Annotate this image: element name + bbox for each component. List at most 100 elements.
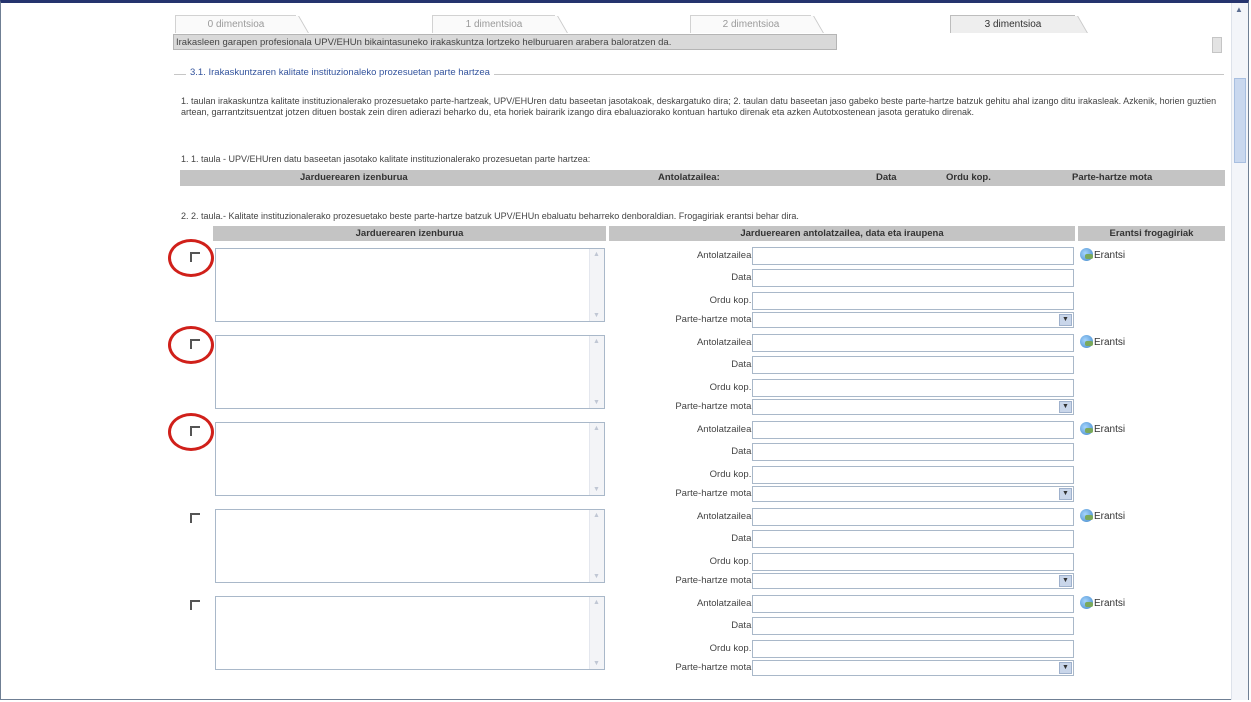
hours-label: Ordu kop.: — [709, 643, 754, 654]
hours-label: Ordu kop.: — [709, 556, 754, 567]
highlight-circle — [168, 326, 214, 364]
participation-type-select[interactable]: ▼ — [752, 660, 1074, 676]
textarea-scrollbar[interactable] — [589, 510, 604, 582]
vertical-scrollbar[interactable]: ▲ — [1231, 3, 1248, 700]
activity-title-textarea[interactable] — [215, 422, 605, 496]
attach-link[interactable]: Erantsi — [1080, 509, 1125, 522]
highlight-circle — [168, 413, 214, 451]
attach-label: Erantsi — [1094, 598, 1126, 609]
page-content: 0 dimentsioa 1 dimentsioa 2 dimentsioa 3… — [168, 0, 1230, 702]
activity-title-textarea[interactable] — [215, 596, 605, 670]
activity-title-textarea[interactable] — [215, 509, 605, 583]
participation-type-select[interactable]: ▼ — [752, 486, 1074, 502]
date-input[interactable] — [752, 269, 1074, 287]
date-input[interactable] — [752, 443, 1074, 461]
table1-caption: 1. 1. taula - UPV/EHUren datu baseetan j… — [181, 154, 591, 164]
instructions-paragraph: 1. taulan irakaskuntza kalitate instituz… — [181, 96, 1217, 117]
organizer-label: Antolatzailea: — [696, 598, 754, 609]
tab-dimension-2[interactable]: 2 dimentsioa — [690, 15, 811, 33]
date-input[interactable] — [752, 530, 1074, 548]
table1-header: Jarduerearen izenburua Antolatzailea: Da… — [180, 170, 1225, 186]
table2-col-attach: Erantsi frogagiriak — [1078, 226, 1225, 241]
attach-label: Erantsi — [1094, 511, 1126, 522]
scrollbar-thumb[interactable] — [1234, 78, 1246, 163]
tab-dimension-3[interactable]: 3 dimentsioa — [950, 15, 1075, 33]
attach-link[interactable]: Erantsi — [1080, 335, 1125, 348]
inner-scroll-handle[interactable] — [1212, 37, 1222, 53]
date-label: Data: — [731, 446, 754, 457]
select-checkbox[interactable] — [190, 513, 200, 523]
attach-label: Erantsi — [1094, 424, 1126, 435]
organizer-label: Antolatzailea: — [696, 250, 754, 261]
textarea-scrollbar[interactable] — [589, 336, 604, 408]
hours-input[interactable] — [752, 292, 1074, 310]
organizer-label: Antolatzailea: — [696, 424, 754, 435]
textarea-scrollbar[interactable] — [589, 597, 604, 669]
date-input[interactable] — [752, 356, 1074, 374]
date-label: Data: — [731, 272, 754, 283]
chevron-down-icon[interactable]: ▼ — [1059, 575, 1072, 587]
chevron-down-icon[interactable]: ▼ — [1059, 314, 1072, 326]
organizer-input[interactable] — [752, 595, 1074, 613]
hours-input[interactable] — [752, 640, 1074, 658]
dimension-description-banner: Irakasleen garapen profesionala UPV/EHUn… — [173, 34, 837, 50]
table2-caption: 2. 2. taula.- Kalitate instituzionalerak… — [181, 211, 799, 221]
globe-icon — [1080, 509, 1093, 522]
participation-type-label: Parte-hartze mota: — [675, 662, 754, 673]
organizer-input[interactable] — [752, 508, 1074, 526]
table-row: Antolatzailea: Data: Ordu kop.: Parte-ha… — [168, 413, 1230, 502]
participation-type-label: Parte-hartze mota: — [675, 488, 754, 499]
table1-col-title: Jarduerearen izenburua — [300, 172, 408, 183]
participation-type-label: Parte-hartze mota: — [675, 401, 754, 412]
hours-label: Ordu kop.: — [709, 469, 754, 480]
globe-icon — [1080, 335, 1093, 348]
table2-col-details: Jarduerearen antolatzailea, data eta ira… — [609, 226, 1075, 241]
globe-icon — [1080, 248, 1093, 261]
organizer-input[interactable] — [752, 421, 1074, 439]
organizer-label: Antolatzailea: — [696, 511, 754, 522]
table1-col-hours: Ordu kop. — [946, 172, 991, 183]
table-row: Antolatzailea: Data: Ordu kop.: Parte-ha… — [168, 239, 1230, 328]
participation-type-select[interactable]: ▼ — [752, 573, 1074, 589]
table-row: Antolatzailea: Data: Ordu kop.: Parte-ha… — [170, 590, 1230, 676]
organizer-label: Antolatzailea: — [696, 337, 754, 348]
organizer-input[interactable] — [752, 334, 1074, 352]
scroll-up-icon[interactable]: ▲ — [1235, 5, 1243, 14]
date-input[interactable] — [752, 617, 1074, 635]
hours-label: Ordu kop.: — [709, 295, 754, 306]
participation-type-select[interactable]: ▼ — [752, 399, 1074, 415]
attach-link[interactable]: Erantsi — [1080, 596, 1125, 609]
date-label: Data: — [731, 359, 754, 370]
hours-input[interactable] — [752, 553, 1074, 571]
table1-col-date: Data — [876, 172, 897, 183]
activity-title-textarea[interactable] — [215, 335, 605, 409]
participation-type-select[interactable]: ▼ — [752, 312, 1074, 328]
table-row: Antolatzailea: Data: Ordu kop.: Parte-ha… — [170, 503, 1230, 589]
tab-dimension-0[interactable]: 0 dimentsioa — [175, 15, 296, 33]
globe-icon — [1080, 596, 1093, 609]
attach-link[interactable]: Erantsi — [1080, 248, 1125, 261]
activity-title-textarea[interactable] — [215, 248, 605, 322]
chevron-down-icon[interactable]: ▼ — [1059, 662, 1072, 674]
select-checkbox[interactable] — [190, 600, 200, 610]
hours-label: Ordu kop.: — [709, 382, 754, 393]
date-label: Data: — [731, 620, 754, 631]
section-title: 3.1. Irakaskuntzaren kalitate instituzio… — [186, 67, 494, 78]
chevron-down-icon[interactable]: ▼ — [1059, 401, 1072, 413]
hours-input[interactable] — [752, 379, 1074, 397]
attach-link[interactable]: Erantsi — [1080, 422, 1125, 435]
highlight-circle — [168, 239, 214, 277]
table2-col-title: Jarduerearen izenburua — [213, 226, 606, 241]
attach-label: Erantsi — [1094, 337, 1126, 348]
participation-type-label: Parte-hartze mota: — [675, 314, 754, 325]
hours-input[interactable] — [752, 466, 1074, 484]
textarea-scrollbar[interactable] — [589, 423, 604, 495]
tab-dimension-1[interactable]: 1 dimentsioa — [432, 15, 555, 33]
table1-col-type: Parte-hartze mota — [1072, 172, 1153, 183]
table-row: Antolatzailea: Data: Ordu kop.: Parte-ha… — [168, 326, 1230, 415]
textarea-scrollbar[interactable] — [589, 249, 604, 321]
table1-col-organizer: Antolatzailea: — [658, 172, 720, 183]
organizer-input[interactable] — [752, 247, 1074, 265]
globe-icon — [1080, 422, 1093, 435]
chevron-down-icon[interactable]: ▼ — [1059, 488, 1072, 500]
